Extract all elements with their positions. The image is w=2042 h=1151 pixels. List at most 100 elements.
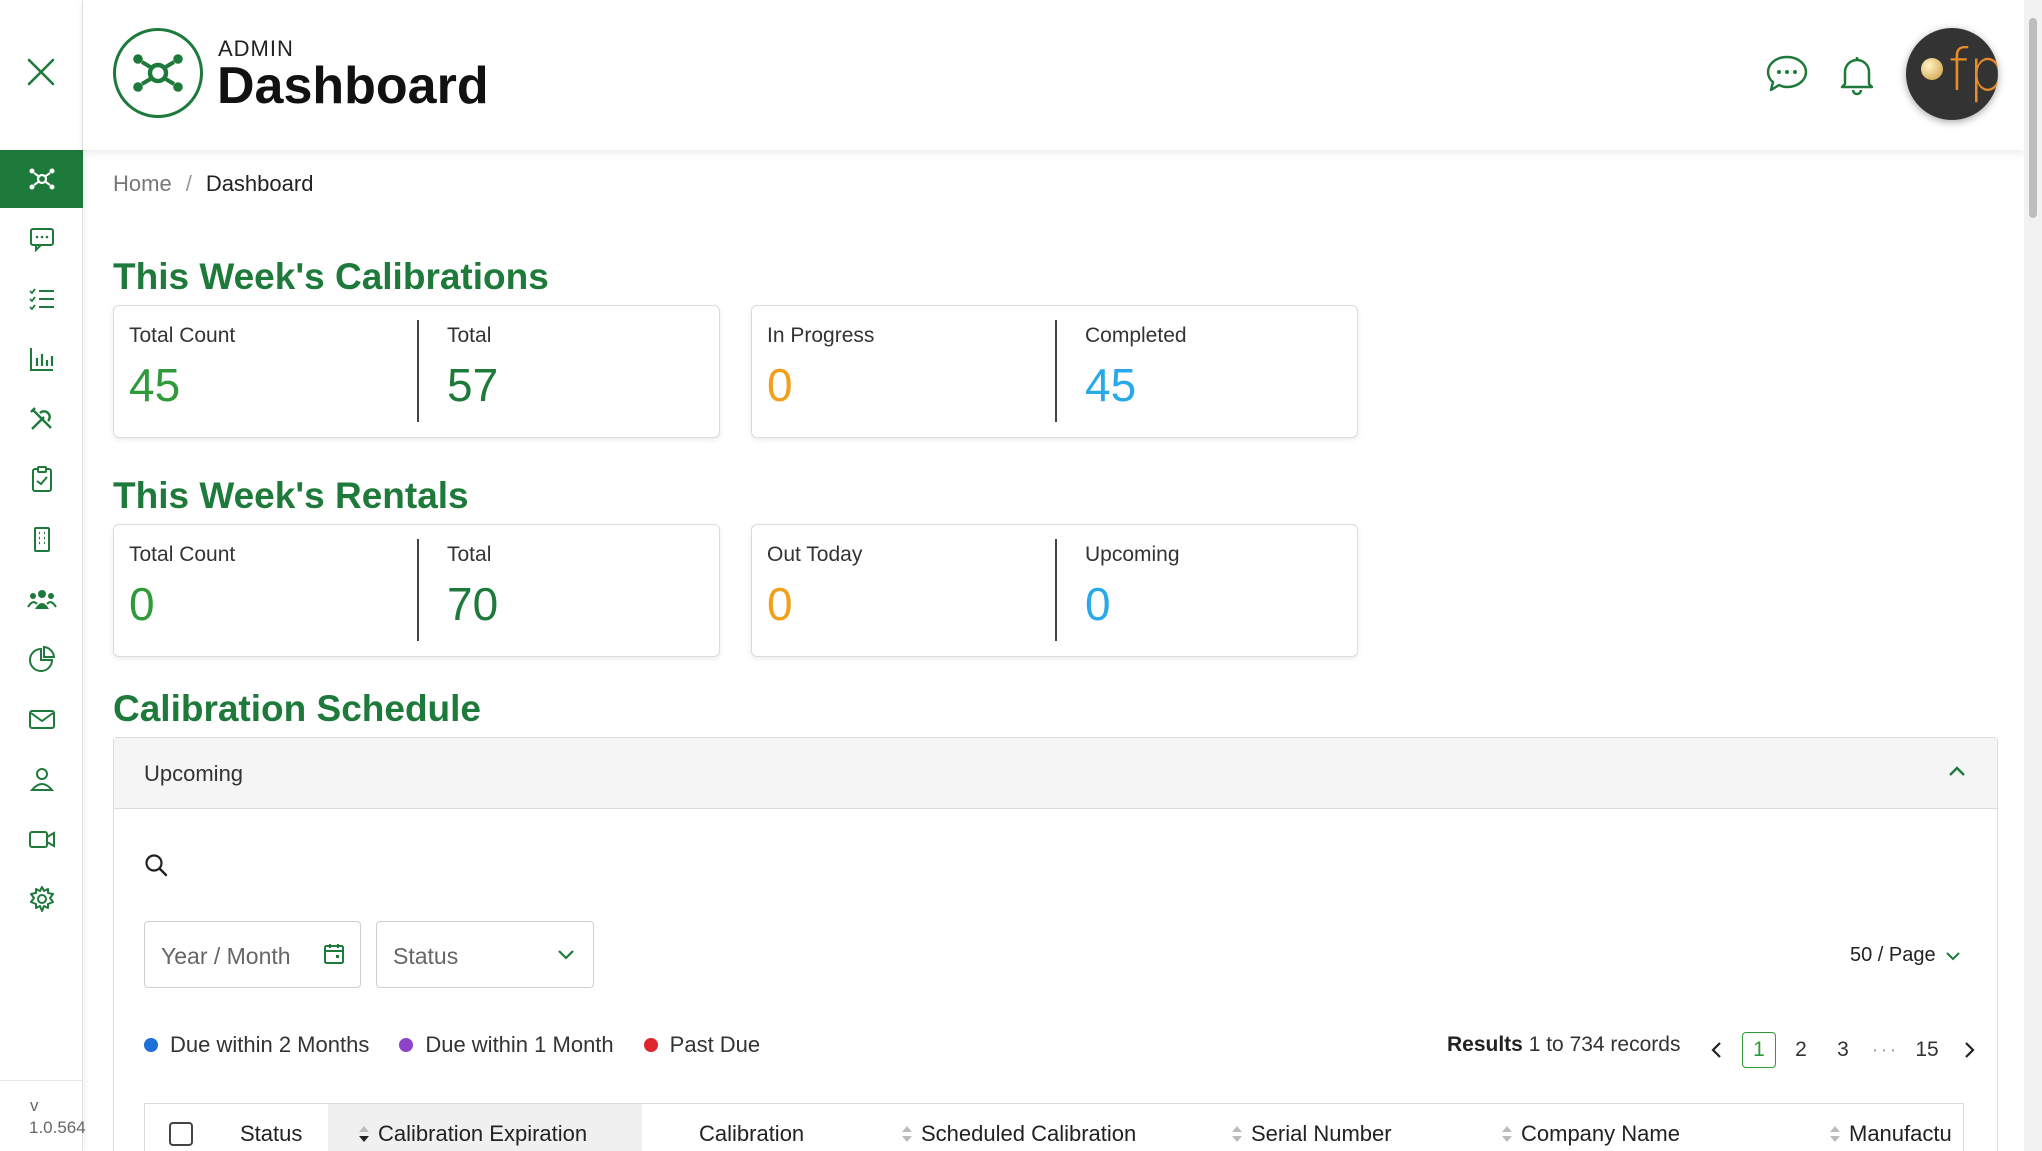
sidebar-item-building[interactable] [0,510,83,568]
app-version: v 1.0.564 [29,1095,86,1139]
column-header-scheduled-calibration[interactable]: Scheduled Calibration [901,1104,1136,1151]
stat-value: 45 [129,359,181,411]
scrollbar-thumb[interactable] [2029,18,2037,218]
column-header-serial-number[interactable]: Serial Number [1231,1104,1392,1151]
sidebar-item-video[interactable] [0,810,83,868]
page-ellipsis[interactable]: ··· [1868,1032,1902,1068]
calibrations-completed: Completed 45 [1085,324,1187,412]
schedule-title: Calibration Schedule [113,688,482,729]
sort-icon [1502,1126,1512,1142]
schedule-panel: Upcoming Year / Month Status 50 / Page D… [113,737,1998,1151]
column-label: Company Name [1521,1121,1680,1146]
column-header-manufacturer[interactable]: Manufactu [1829,1104,1952,1151]
results-summary: Results 1 to 734 records [1447,1033,1680,1057]
schedule-table-header: Status Calibration Expiration Calibratio… [144,1103,1964,1151]
video-icon [28,831,55,848]
rentals-status-card: Out Today 0 Upcoming 0 [751,524,1358,657]
legend-item: Past Due [643,1032,761,1058]
chat-icon[interactable] [1763,50,1811,98]
sidebar: v 1.0.564 [0,0,86,1151]
rentals-count-card: Total Count 0 Total 70 [113,524,720,657]
column-label: Calibration Expiration [378,1121,588,1146]
rentals-upcoming: Upcoming 0 [1085,543,1180,631]
tools-icon [29,407,52,430]
column-header-company-name[interactable]: Company Name [1501,1104,1680,1151]
legend-dot-purple [399,1038,414,1052]
sidebar-item-messages[interactable] [0,210,83,268]
breadcrumb: Home / Dashboard [113,171,313,197]
stat-value: 45 [1085,359,1137,411]
sidebar-item-dashboard[interactable] [0,150,83,208]
legend-dot-blue [144,1038,158,1052]
sidebar-item-mail[interactable] [0,690,83,748]
page-button-3[interactable]: 3 [1826,1032,1860,1068]
sidebar-item-profile[interactable] [0,750,83,808]
status-placeholder: Status [393,943,459,969]
legend-label: Due within 1 Month [425,1032,614,1057]
stat-value: 0 [129,578,155,630]
chat-icon [29,228,54,253]
stat-label: Total [447,543,492,566]
version-number: 1.0.564 [29,1118,86,1137]
sort-icon [1232,1126,1242,1142]
page-button-15[interactable]: 15 [1910,1032,1944,1068]
breadcrumb-home[interactable]: Home [113,171,172,197]
stat-value: 0 [1085,578,1111,630]
gear-icon [29,886,54,912]
close-icon[interactable] [21,52,61,92]
search-icon[interactable] [143,852,169,883]
checkbox[interactable] [169,1122,193,1146]
avatar-initials: fp [1948,36,1998,104]
schedule-panel-header[interactable]: Upcoming [114,738,1997,809]
sidebar-item-tasks[interactable] [0,270,83,328]
sidebar-item-clipboard[interactable] [0,450,83,508]
breadcrumb-current: Dashboard [205,171,314,196]
year-month-picker[interactable]: Year / Month [144,921,361,988]
card-divider [417,539,419,641]
results-range: 1 to 734 records [1528,1033,1681,1056]
card-divider [1055,320,1057,422]
sidebar-item-tools[interactable] [0,390,83,448]
chevron-right-icon[interactable] [1952,1032,1986,1068]
legend-dot-red [643,1038,658,1052]
sidebar-item-analytics[interactable] [0,630,83,688]
stat-value: 57 [447,359,499,411]
page-button-1[interactable]: 1 [1742,1032,1776,1068]
column-header-status[interactable]: Status [240,1104,302,1151]
chevron-left-icon[interactable] [1700,1032,1734,1068]
column-header-calibration-expiration[interactable]: Calibration Expiration [328,1104,642,1151]
chevron-up-icon[interactable] [1945,760,1969,789]
column-header-calibration[interactable]: Calibration [699,1104,804,1151]
calibrations-total-count: Total Count 45 [129,324,235,412]
top-header: ADMIN Dashboard fp [83,0,2024,150]
per-page-select[interactable]: 50 / Page [1850,944,1962,967]
stat-label: Total [447,324,492,347]
sort-icon [1830,1126,1840,1142]
rentals-total: Total 70 [447,543,498,631]
page-scrollbar[interactable] [2024,0,2042,1151]
calendar-icon [323,942,345,971]
page-button-2[interactable]: 2 [1784,1032,1818,1068]
legend-item: Due within 1 Month [399,1032,614,1058]
legend-label: Due within 2 Months [170,1032,370,1057]
stat-label: Total Count [129,543,236,566]
avatar[interactable]: fp [1906,28,1998,120]
sidebar-item-users[interactable] [0,570,83,628]
sidebar-item-settings[interactable] [0,870,83,928]
stat-label: Out Today [767,543,863,566]
status-select[interactable]: Status [376,921,594,988]
select-all-checkbox[interactable] [169,1104,193,1151]
sort-icon [359,1126,369,1142]
rentals-title: This Week's Rentals [113,475,469,516]
chevron-down-icon [1945,951,1960,960]
rentals-total-count: Total Count 0 [129,543,235,631]
panel-title: Upcoming [144,761,244,786]
page-title: Dashboard [217,57,489,115]
breadcrumb-separator: / [185,171,192,196]
sidebar-item-reports[interactable] [0,330,83,388]
pie-chart-icon [28,645,55,672]
legend-label: Past Due [669,1032,761,1057]
card-divider [1055,539,1057,641]
column-label: Calibration [699,1121,805,1146]
bell-icon[interactable] [1833,50,1881,98]
